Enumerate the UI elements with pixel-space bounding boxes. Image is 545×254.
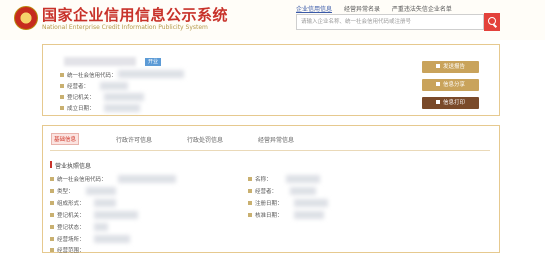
license-field: 经营者： <box>248 187 277 195</box>
redacted-value <box>294 199 328 207</box>
redacted-value <box>118 175 176 183</box>
search-button[interactable] <box>484 13 500 31</box>
redacted-value <box>286 175 320 183</box>
redacted-value <box>94 223 108 231</box>
license-field: 登记状态： <box>50 223 85 231</box>
license-field: 名称： <box>248 175 272 183</box>
bullet-icon <box>60 84 64 88</box>
redacted-value <box>94 199 116 207</box>
print-icon <box>435 100 440 104</box>
section-marker <box>50 161 52 168</box>
top-links: 企业信用信息 经营异常名录 严重违法失信企业名单 <box>296 4 462 13</box>
search-icon <box>488 17 496 25</box>
section-title: 营业执照信息 <box>55 163 92 170</box>
share-info-button[interactable]: 信息分享 <box>422 79 479 91</box>
send-report-button[interactable]: 发送报告 <box>422 61 479 73</box>
site-title: 国家企业信用信息公示系统 <box>42 6 229 24</box>
redacted-value <box>104 104 140 112</box>
bullet-icon <box>50 201 54 205</box>
search-input[interactable]: 请输入企业名称、统一社会信用代码或注册号 <box>296 14 484 30</box>
bullet-icon <box>60 95 64 99</box>
tab-abnormal-operation[interactable]: 经营异常信息 <box>258 135 294 144</box>
bullet-icon <box>248 201 252 205</box>
tab-admin-penalty[interactable]: 行政处罚信息 <box>187 135 223 144</box>
redacted-value <box>118 70 184 78</box>
license-field: 核准日期： <box>248 211 283 219</box>
license-field: 组成形式： <box>50 199 85 207</box>
tab-divider <box>50 150 490 151</box>
bullet-icon <box>50 177 54 181</box>
bullet-icon <box>248 213 252 217</box>
link-serious-violation-list[interactable]: 严重违法失信企业名单 <box>392 6 452 13</box>
license-field: 统一社会信用代码： <box>50 175 107 183</box>
redacted-value <box>100 82 128 90</box>
redacted-value <box>86 187 116 195</box>
redacted-value <box>94 211 138 219</box>
bullet-icon <box>248 177 252 181</box>
bullet-icon <box>60 73 64 77</box>
license-field: 类型： <box>50 187 74 195</box>
bullet-icon <box>50 225 54 229</box>
summary-field: 统一社会信用代码： <box>60 71 117 79</box>
license-field: 经营场所： <box>50 235 85 243</box>
summary-field: 登记机关： <box>60 93 95 101</box>
bullet-icon <box>50 237 54 241</box>
redacted-value <box>294 211 324 219</box>
tab-basic-info[interactable]: 基础信息 <box>51 133 79 145</box>
tab-admin-license[interactable]: 行政许可信息 <box>116 135 152 144</box>
bullet-icon <box>60 106 64 110</box>
link-credit-info[interactable]: 企业信用信息 <box>296 6 332 13</box>
bullet-icon <box>50 213 54 217</box>
bullet-icon <box>50 248 54 252</box>
search-icon-handle <box>492 24 497 28</box>
share-icon <box>435 82 440 86</box>
bullet-icon <box>50 189 54 193</box>
enterprise-name-redacted <box>64 57 136 66</box>
license-field: 登记机关： <box>50 211 85 219</box>
redacted-value <box>94 235 130 243</box>
national-emblem-icon <box>14 6 38 30</box>
status-badge: 开业 <box>145 58 161 66</box>
summary-field: 成立日期： <box>60 104 95 112</box>
license-field: 注册日期： <box>248 199 283 207</box>
send-icon <box>435 64 440 68</box>
site-subtitle: National Enterprise Credit Information P… <box>42 24 208 31</box>
link-abnormal-list[interactable]: 经营异常名录 <box>344 6 380 13</box>
bullet-icon <box>248 189 252 193</box>
print-info-button[interactable]: 信息打印 <box>422 97 479 109</box>
summary-field: 经营者： <box>60 82 89 90</box>
redacted-value <box>290 187 316 195</box>
redacted-value <box>104 93 144 101</box>
